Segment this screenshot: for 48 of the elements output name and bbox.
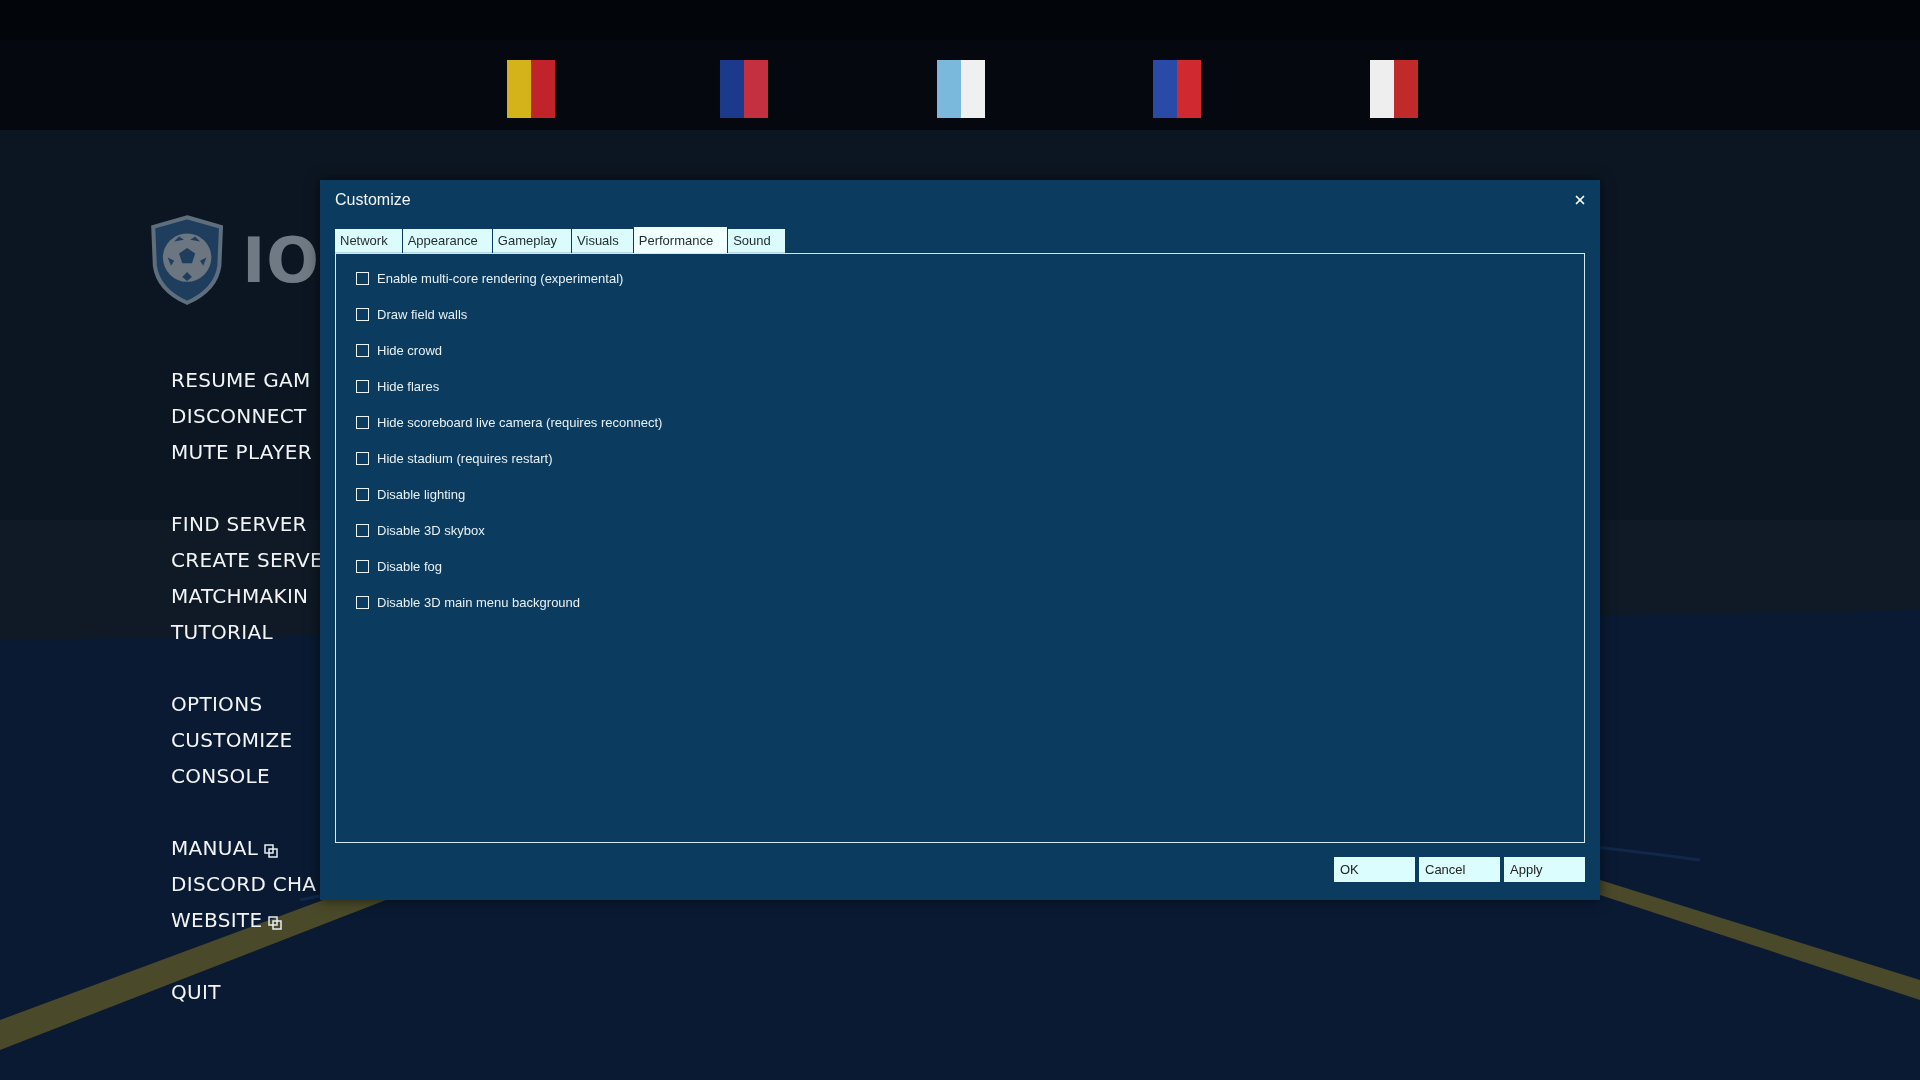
menu-item[interactable]: DISCONNECT [171, 398, 307, 434]
dialog-button[interactable]: Apply [1504, 857, 1585, 882]
external-window-icon [268, 916, 283, 930]
tab[interactable]: Appearance [402, 229, 492, 253]
close-button[interactable] [1573, 193, 1587, 207]
menu-item[interactable]: RESUME GAM [171, 362, 311, 398]
checkbox[interactable] [356, 380, 369, 393]
option-label: Disable 3D main menu background [377, 595, 581, 610]
checkbox[interactable] [356, 596, 369, 609]
checkbox[interactable] [356, 272, 369, 285]
menu-item[interactable]: MUTE PLAYER [171, 434, 312, 470]
tab[interactable]: Performance [633, 227, 728, 253]
menu-item[interactable]: DISCORD CHA [171, 866, 317, 902]
option-label: Disable fog [377, 559, 443, 574]
menu-item[interactable]: OPTIONS [171, 686, 263, 722]
external-window-icon [264, 844, 279, 858]
option-label: Hide crowd [377, 343, 443, 358]
option-label: Draw field walls [377, 307, 468, 322]
option-label: Hide stadium (requires restart) [377, 451, 553, 466]
menu-item[interactable]: CREATE SERVE [171, 542, 323, 578]
menu-item[interactable]: MANUAL [171, 830, 279, 866]
option-label: Hide scoreboard live camera (requires reconnect) [377, 415, 663, 430]
tab[interactable]: Visuals [572, 229, 633, 253]
logo-text: IO [242, 223, 320, 297]
checkbox[interactable] [356, 308, 369, 321]
checkbox[interactable] [356, 344, 369, 357]
menu-item[interactable]: WEBSITE [171, 902, 283, 938]
dialog-title: Customize [335, 191, 411, 209]
tab[interactable]: Gameplay [492, 229, 572, 253]
dialog-button[interactable]: OK [1334, 857, 1415, 882]
menu-item[interactable]: CUSTOMIZE [171, 722, 293, 758]
dialog-button[interactable]: Cancel [1419, 857, 1500, 882]
menu-item[interactable]: TUTORIAL [171, 614, 273, 650]
menu-item[interactable]: FIND SERVER [171, 506, 307, 542]
menu-item[interactable]: QUIT [171, 974, 221, 1010]
checkbox[interactable] [356, 488, 369, 501]
menu-item[interactable]: MATCHMAKIN [171, 578, 309, 614]
checkbox[interactable] [356, 560, 369, 573]
checkbox[interactable] [356, 416, 369, 429]
option-label: Disable lighting [377, 487, 466, 502]
checkbox[interactable] [356, 524, 369, 537]
option-label: Enable multi-core rendering (experimental) [377, 271, 624, 286]
option-label: Hide flares [377, 379, 440, 394]
option-label: Disable 3D skybox [377, 523, 485, 538]
menu-item[interactable]: CONSOLE [171, 758, 270, 794]
tab[interactable]: Sound [728, 229, 785, 253]
tab[interactable]: Network [335, 229, 402, 253]
checkbox[interactable] [356, 452, 369, 465]
